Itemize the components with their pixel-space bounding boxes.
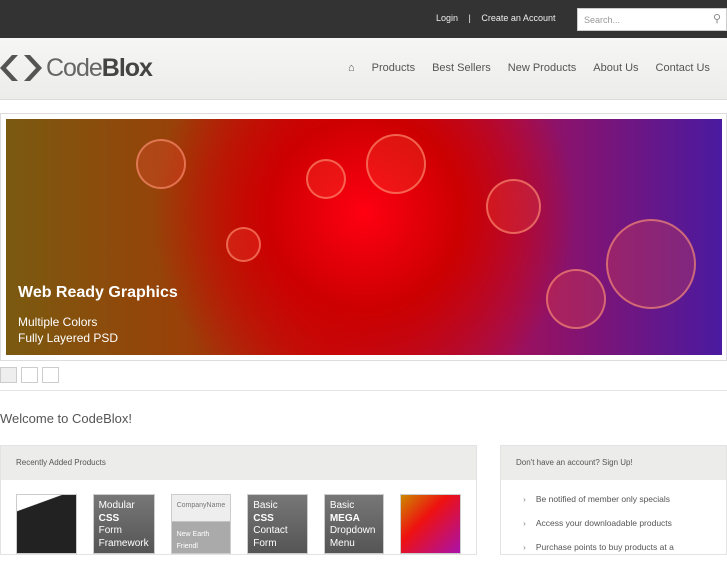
product-thumb[interactable]: CompanyName New Earth Friendl [170, 494, 232, 554]
slide-dot[interactable] [42, 367, 59, 383]
product-thumb[interactable]: Modular CSS Form Framework [92, 494, 155, 554]
thumb-text: Basic [329, 500, 355, 511]
thumb-text: CompanyName [176, 502, 226, 509]
home-icon[interactable]: ⌂ [348, 62, 355, 74]
logo[interactable]: CodeBlox [0, 53, 153, 83]
list-text: Purchase points to buy products at a [535, 542, 674, 552]
search-placeholder: Search... [584, 15, 621, 25]
nav-about-us[interactable]: About Us [593, 62, 638, 74]
list-item: › Access your downloadable products [523, 518, 704, 528]
thumb-text: Form Framework [98, 525, 149, 549]
header: CodeBlox ⌂ Products Best Sellers New Pro… [0, 38, 727, 100]
chevron-right-icon: › [523, 494, 526, 504]
product-thumb[interactable] [400, 494, 462, 554]
thumb-text: Basic [253, 500, 278, 511]
create-account-link[interactable]: Create an Account [481, 13, 555, 23]
list-text: Access your downloadable products [535, 518, 672, 528]
panel-title: Recently Added Products [1, 446, 476, 480]
nav-products[interactable]: Products [372, 62, 415, 74]
list-item: › Be notified of member only specials [523, 494, 704, 504]
thumb-text: CSS [98, 512, 120, 524]
top-bar: Login | Create an Account Search... ⚲ [0, 0, 727, 38]
nav-contact-us[interactable]: Contact Us [656, 62, 710, 74]
slide-dot[interactable] [0, 367, 17, 383]
divider: | [468, 13, 471, 23]
thumb-text: MEGA [329, 512, 360, 524]
nav-new-products[interactable]: New Products [508, 62, 576, 74]
search-input[interactable]: Search... ⚲ [577, 8, 727, 31]
product-thumb[interactable]: Basic MEGA Dropdown Menu [323, 494, 385, 554]
panel-title[interactable]: Don't have an account? Sign Up! [501, 446, 726, 480]
signup-panel: Don't have an account? Sign Up! › Be noti… [500, 445, 727, 555]
slide-line: Multiple Colors [18, 315, 98, 329]
slide-banner[interactable]: Web Ready Graphics Multiple Colors Fully … [6, 119, 722, 355]
slide-line: Fully Layered PSD [18, 331, 119, 345]
logo-icon [0, 55, 42, 81]
thumb-text: CSS [253, 512, 274, 524]
thumb-text: Contact Form [253, 525, 288, 549]
chevron-right-icon: › [523, 518, 526, 528]
thumb-text: Dropdown Menu [329, 525, 376, 549]
thumb-text: New Earth Friendl [176, 530, 210, 551]
product-thumb[interactable] [16, 494, 77, 554]
logo-text-bold: Blox [101, 53, 153, 82]
nav-best-sellers[interactable]: Best Sellers [432, 62, 491, 74]
slider: Web Ready Graphics Multiple Colors Fully … [0, 113, 727, 361]
logo-text-light: Code [46, 53, 103, 82]
thumb-text: Modular [98, 500, 135, 511]
list-text: Be notified of member only specials [535, 494, 671, 504]
divider [0, 390, 727, 391]
slide-dot[interactable] [21, 367, 38, 383]
product-thumb[interactable]: Basic CSS Contact Form [247, 494, 308, 554]
welcome-heading: Welcome to CodeBlox! [0, 411, 132, 426]
chevron-right-icon: › [523, 542, 526, 552]
list-item: › Purchase points to buy products at a [523, 542, 704, 552]
search-icon[interactable]: ⚲ [713, 12, 721, 25]
slide-title: Web Ready Graphics [18, 284, 178, 301]
recent-products-panel: Recently Added Products Modular CSS Form F… [0, 445, 477, 555]
login-link[interactable]: Login [436, 13, 458, 23]
